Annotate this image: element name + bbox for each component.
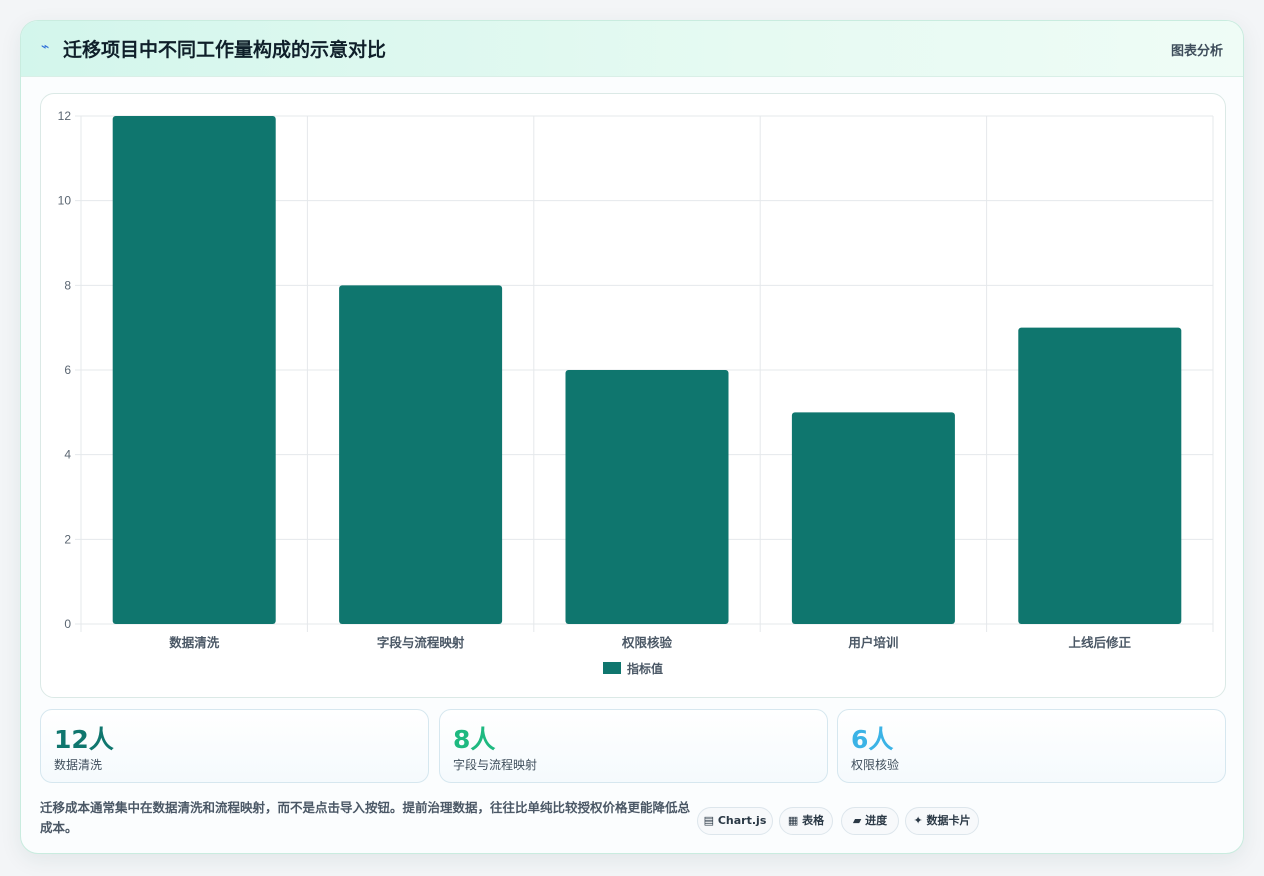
badge-table[interactable]: ▦ 表格 [779,807,833,835]
y-tick-label: 4 [64,448,71,462]
legend-swatch [603,662,621,674]
badge-progress[interactable]: ▰ 进度 [841,807,899,835]
line-chart-icon: ⌁ [41,39,50,55]
x-tick-label: 用户培训 [847,635,898,650]
table-icon: ▦ [787,814,799,827]
summary-note: 迁移成本通常集中在数据清洗和流程映射，而不是点击导入按钮。提前治理数据，往往比单… [40,800,691,835]
badge-chartjs[interactable]: ▤ Chart.js [697,807,773,835]
badge-label: 数据卡片 [926,814,971,827]
badge-label: 进度 [865,814,888,827]
bar [565,370,729,624]
chart-container: 0 2 4 6 8 10 12 数据清洗 字段与流程映射 权限核验 用户培训 上线后修正指标值 [40,93,1226,698]
stat-label: 数据清洗 [54,758,103,772]
x-tick-label: 权限核验 [621,635,673,650]
stat-card-data-cleaning: 12人 数据清洗 [40,709,429,783]
legend-label: 指标值 [627,661,663,676]
x-tick-label: 字段与流程映射 [377,635,465,650]
chart-analysis-tag: 图表分析 [1170,44,1223,59]
card-title: 迁移项目中不同工作量构成的示意对比 [63,39,387,61]
stat-value: 6人 [851,725,894,754]
y-tick-label: 6 [64,363,71,377]
stat-label: 权限核验 [851,758,900,772]
stat-value: 12人 [54,725,114,754]
y-tick-label: 2 [64,532,71,546]
bar [112,116,276,624]
y-tick-label: 0 [64,617,71,631]
stat-card-permission-check: 6人 权限核验 [837,709,1226,783]
y-tick-label: 8 [64,278,71,292]
badge-data-card[interactable]: ✦ 数据卡片 [905,807,979,835]
bar [1018,327,1182,624]
x-tick-label: 数据清洗 [168,635,220,650]
sparkle-icon: ✦ [913,814,923,827]
bar [339,285,503,624]
stat-card-field-mapping: 8人 字段与流程映射 [439,709,828,783]
bar [791,412,955,624]
progress-icon: ▰ [852,814,862,827]
y-tick-label: 10 [58,194,72,208]
badge-label: 表格 [802,814,825,827]
chart-icon: ▤ [703,814,715,827]
y-tick-label: 12 [58,109,72,123]
stat-label: 字段与流程映射 [453,758,538,772]
x-tick-label: 上线后修正 [1069,635,1132,650]
stat-value: 8人 [453,725,496,754]
badge-label: Chart.js [717,814,767,827]
card-header: ⌁ 迁移项目中不同工作量构成的示意对比 图表分析 [21,21,1243,77]
bar-chart: 0 2 4 6 8 10 12 数据清洗 字段与流程映射 权限核验 用户培训 上线后修正指标值 [58,109,1214,676]
chart-card: ⌁ 迁移项目中不同工作量构成的示意对比 图表分析 0 2 4 6 8 10 12 数据清洗 字段… [20,20,1244,854]
